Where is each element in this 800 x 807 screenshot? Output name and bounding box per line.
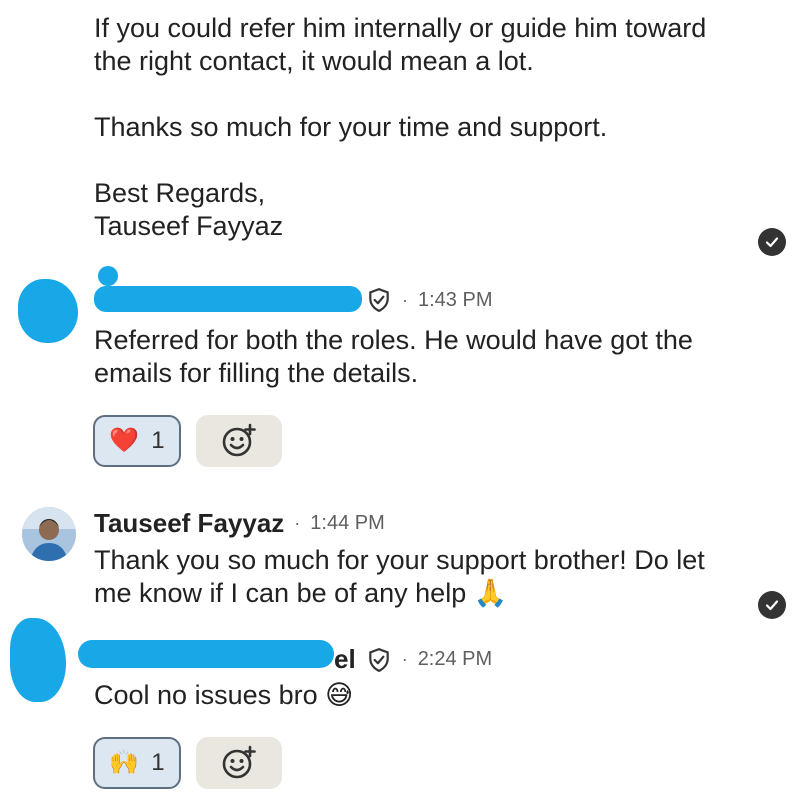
sender-name[interactable]: Tauseef Fayyaz <box>94 508 284 539</box>
raised-hands-reaction-button[interactable]: 🙌 1 <box>93 737 181 789</box>
raised-hands-emoji-icon: 🙌 <box>109 749 140 776</box>
seen-check-icon <box>758 228 786 256</box>
message-time: 2:24 PM <box>417 648 493 670</box>
sender-name-suffix: el <box>334 644 356 674</box>
add-reaction-icon <box>220 422 258 460</box>
separator-dot: · <box>401 649 408 669</box>
heart-emoji-icon: ❤️ <box>109 427 140 454</box>
reaction-count: 1 <box>151 749 165 776</box>
add-reaction-icon <box>220 744 258 782</box>
message-meta: el · 2:24 PM <box>334 644 492 675</box>
message-meta: Tauseef Fayyaz · 1:44 PM <box>94 508 385 539</box>
shield-check-icon <box>366 287 392 313</box>
message-text: Referred for both the roles. He would ha… <box>94 325 693 388</box>
redacted-sender-name <box>78 640 334 668</box>
separator-dot: · <box>402 289 408 310</box>
redacted-avatar <box>18 279 78 343</box>
message-time: 1:44 PM <box>310 512 385 534</box>
redacted-avatar <box>10 618 66 702</box>
message-meta: · 1:43 PM <box>366 287 492 313</box>
message-time: 1:43 PM <box>418 288 493 311</box>
avatar[interactable] <box>22 507 76 561</box>
seen-check-icon <box>758 591 786 619</box>
shield-check-icon <box>366 647 392 673</box>
add-reaction-button[interactable] <box>196 415 282 467</box>
message-text: If you could refer him internally or gui… <box>94 13 707 241</box>
reaction-count: 1 <box>151 427 165 454</box>
add-reaction-button[interactable] <box>196 737 282 789</box>
message-text: Thank you so much for your support broth… <box>94 545 705 608</box>
heart-reaction-button[interactable]: ❤️ 1 <box>93 415 181 467</box>
message-text: Cool no issues bro 😅 <box>94 680 354 710</box>
redaction-mark <box>98 266 118 286</box>
redacted-sender-name <box>94 286 362 312</box>
separator-dot: · <box>294 513 301 533</box>
